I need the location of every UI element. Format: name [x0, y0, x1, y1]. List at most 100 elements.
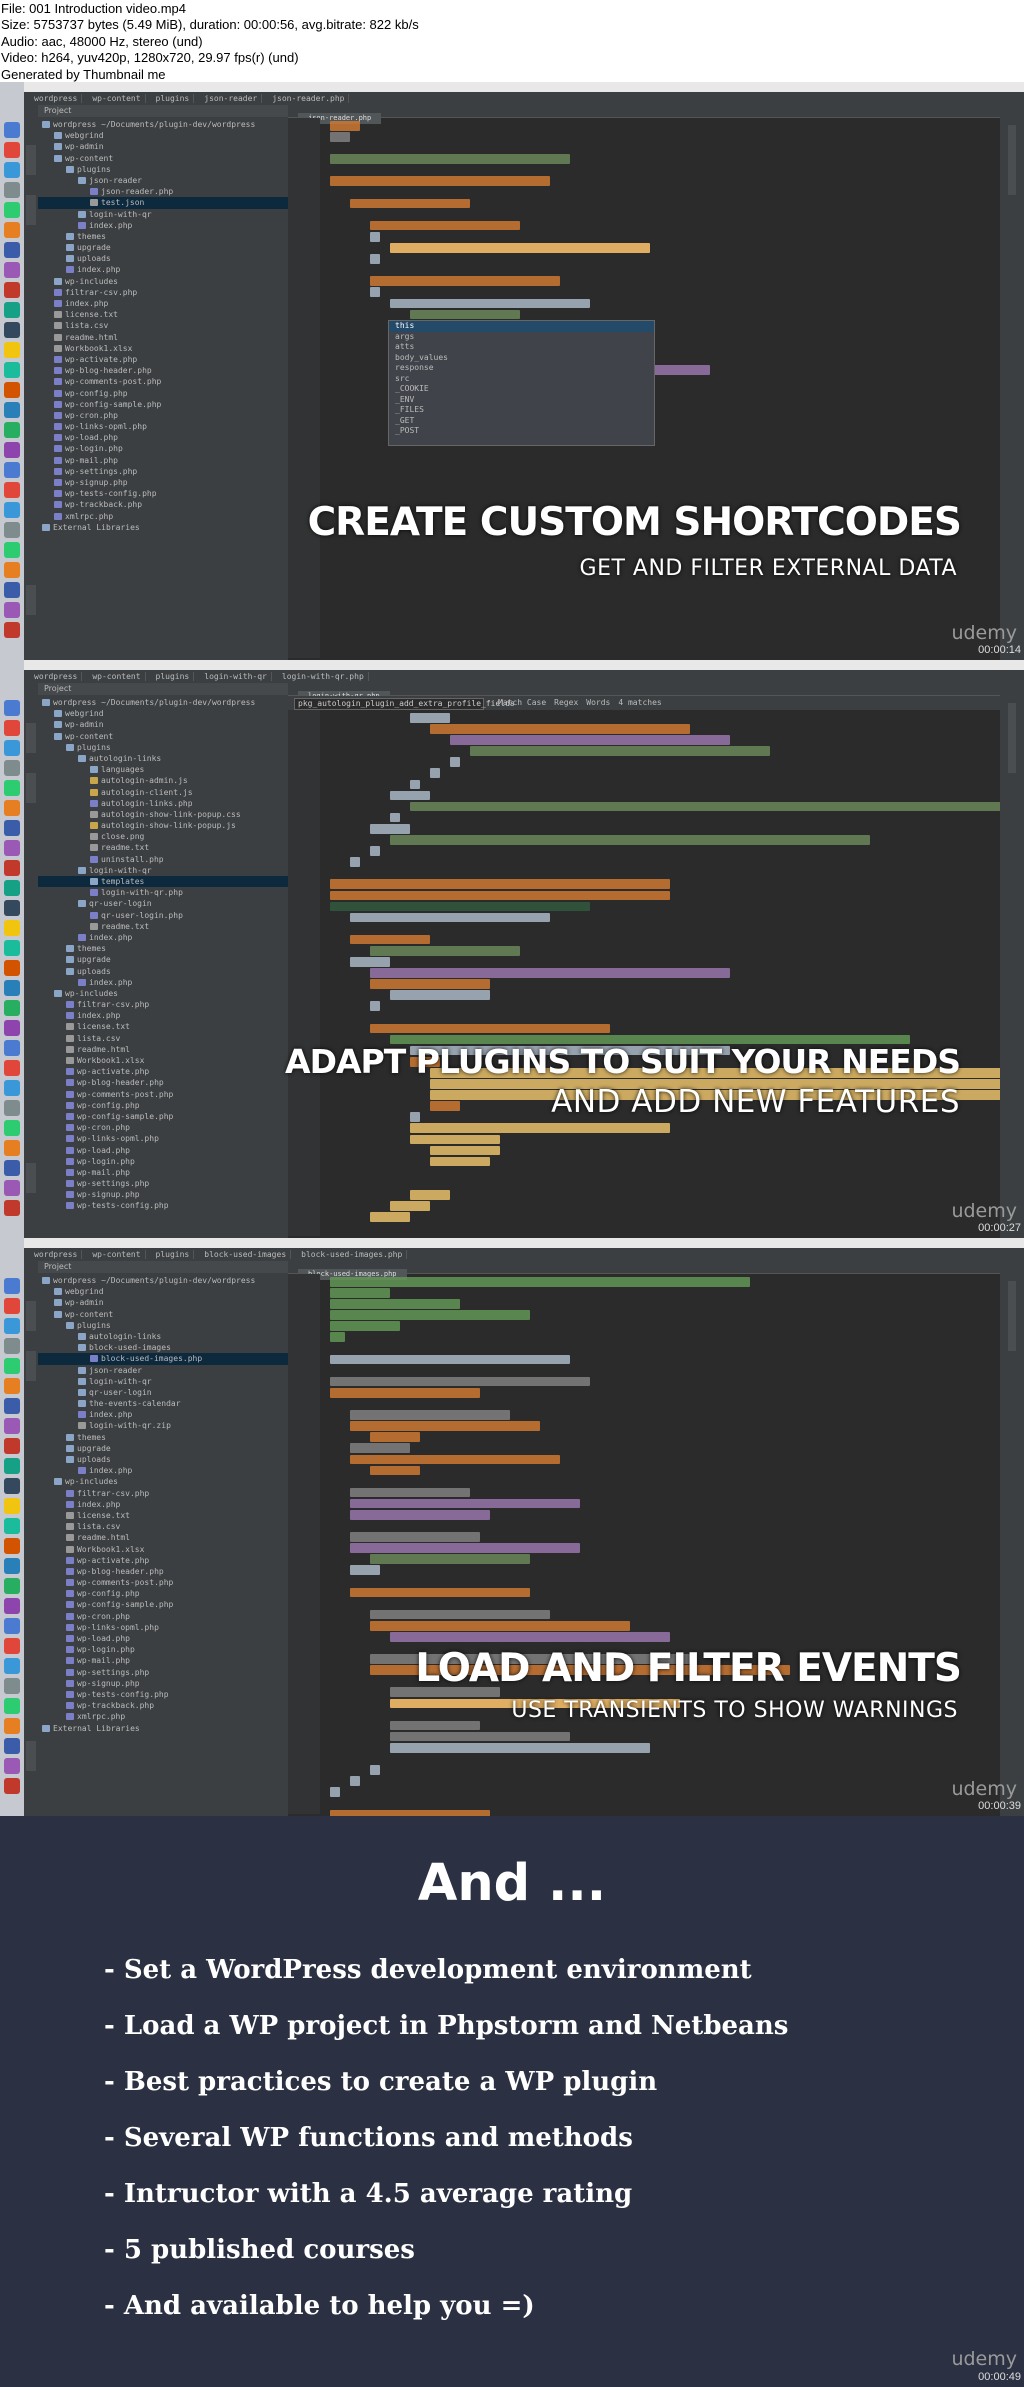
app-icon[interactable] — [4, 960, 20, 976]
tree-item[interactable]: index.php — [38, 1465, 288, 1476]
tree-item[interactable]: wp-settings.php — [38, 1178, 288, 1189]
tree-item[interactable]: wp-login.php — [38, 443, 288, 454]
breadcrumb-item[interactable]: wp-content — [88, 672, 146, 681]
app-icon[interactable] — [4, 820, 20, 836]
tree-item[interactable]: wp-config.php — [38, 1588, 288, 1599]
tree-item[interactable]: index.php — [38, 1010, 288, 1021]
tree-item[interactable]: languages — [38, 764, 288, 775]
tree-item[interactable]: wp-activate.php — [38, 1555, 288, 1566]
tree-item[interactable]: plugins — [38, 742, 288, 753]
tree-item[interactable]: index.php — [38, 932, 288, 943]
tree-item[interactable]: index.php — [38, 1409, 288, 1420]
tree-item-selected[interactable]: templates — [38, 876, 288, 888]
tree-item[interactable]: wp-mail.php — [38, 1167, 288, 1178]
app-icon[interactable] — [4, 840, 20, 856]
tree-item[interactable]: wp-config-sample.php — [38, 399, 288, 410]
autocomplete-item[interactable]: body_values — [389, 353, 654, 364]
tree-item[interactable]: qr-user-login — [38, 1387, 288, 1398]
breadcrumb-item[interactable]: wordpress — [30, 94, 83, 103]
tree-item[interactable]: qr-user-login.php — [38, 910, 288, 921]
tree-item[interactable]: wp-cron.php — [38, 1611, 288, 1622]
app-icon[interactable] — [4, 800, 20, 816]
tree-item[interactable]: wp-blog-header.php — [38, 365, 288, 376]
tree-item[interactable]: block-used-images — [38, 1342, 288, 1353]
app-icon[interactable] — [4, 182, 20, 198]
tree-item[interactable]: wp-content — [38, 153, 288, 164]
tree-item[interactable]: license.txt — [38, 309, 288, 320]
tree-item[interactable]: json-reader.php — [38, 186, 288, 197]
app-icon[interactable] — [4, 482, 20, 498]
app-icon[interactable] — [4, 1618, 20, 1634]
tree-item[interactable]: autologin-admin.js — [38, 775, 288, 786]
autocomplete-item[interactable]: src — [389, 374, 654, 385]
app-icon[interactable] — [4, 342, 20, 358]
tree-item[interactable]: wp-cron.php — [38, 1122, 288, 1133]
tree-item[interactable]: readme.txt — [38, 842, 288, 853]
app-icon[interactable] — [4, 222, 20, 238]
tree-item[interactable]: wp-tests-config.php — [38, 488, 288, 499]
tree-item[interactable]: wordpress ~/Documents/plugin-dev/wordpre… — [38, 1275, 288, 1286]
app-icon[interactable] — [4, 1738, 20, 1754]
tree-item[interactable]: qr-user-login — [38, 898, 288, 909]
tree-item[interactable]: autologin-show-link-popup.css — [38, 809, 288, 820]
tree-item[interactable]: upgrade — [38, 1443, 288, 1454]
breadcrumb-item[interactable]: login-with-qr — [200, 672, 272, 681]
app-icon[interactable] — [4, 1160, 20, 1176]
tree-item[interactable]: readme.html — [38, 332, 288, 343]
app-icon[interactable] — [4, 1338, 20, 1354]
find-option-match-case[interactable]: Match Case — [498, 698, 546, 707]
tree-item[interactable]: webgrind — [38, 708, 288, 719]
tree-item[interactable]: webgrind — [38, 130, 288, 141]
breadcrumb-item[interactable]: wordpress — [30, 672, 83, 681]
autocomplete-item[interactable]: _ENV — [389, 395, 654, 406]
tree-item[interactable]: autologin-client.js — [38, 787, 288, 798]
app-icon[interactable] — [4, 442, 20, 458]
tree-item[interactable]: login-with-qr.zip — [38, 1420, 288, 1431]
tree-item[interactable]: wp-admin — [38, 719, 288, 730]
tree-item[interactable]: json-reader — [38, 1365, 288, 1376]
tree-item[interactable]: index.php — [38, 298, 288, 309]
tree-item[interactable]: Workbook1.xlsx — [38, 1544, 288, 1555]
app-icon[interactable] — [4, 602, 20, 618]
tree-item[interactable]: autologin-show-link-popup.js — [38, 820, 288, 831]
tree-item[interactable]: index.php — [38, 977, 288, 988]
app-icon[interactable] — [4, 940, 20, 956]
tree-item[interactable]: wp-comments-post.php — [38, 376, 288, 387]
tree-item[interactable]: index.php — [38, 1499, 288, 1510]
autocomplete-item[interactable]: response — [389, 363, 654, 374]
app-icon[interactable] — [4, 1598, 20, 1614]
app-icon[interactable] — [4, 700, 20, 716]
tree-item[interactable]: login-with-qr — [38, 1376, 288, 1387]
autocomplete-item[interactable]: _GET — [389, 416, 654, 427]
tree-item[interactable]: lista.csv — [38, 320, 288, 331]
breadcrumb-item[interactable]: wordpress — [30, 1250, 83, 1259]
app-icon[interactable] — [4, 1278, 20, 1294]
app-icon[interactable] — [4, 362, 20, 378]
app-icon[interactable] — [4, 920, 20, 936]
tree-item[interactable]: wp-login.php — [38, 1156, 288, 1167]
app-icon[interactable] — [4, 1140, 20, 1156]
app-icon[interactable] — [4, 462, 20, 478]
autocomplete-item[interactable]: _COOKIE — [389, 384, 654, 395]
breadcrumb-item[interactable]: json-reader.php — [268, 94, 350, 103]
find-option-regex[interactable]: Regex — [554, 698, 578, 707]
tree-item[interactable]: wp-admin — [38, 141, 288, 152]
tree-item[interactable]: themes — [38, 943, 288, 954]
app-icon[interactable] — [4, 162, 20, 178]
tree-item[interactable]: autologin-links — [38, 753, 288, 764]
breadcrumb-item[interactable]: plugins — [151, 94, 195, 103]
tree-item-selected[interactable]: block-used-images.php — [38, 1353, 288, 1365]
find-input[interactable]: pkg_autologin_plugin_add_extra_profile_f… — [294, 698, 515, 710]
tree-item[interactable]: autologin-links.php — [38, 798, 288, 809]
autocomplete-popup[interactable]: this args atts body_values response src … — [388, 320, 655, 446]
breadcrumb-item[interactable]: plugins — [151, 672, 195, 681]
tree-item[interactable]: autologin-links — [38, 1331, 288, 1342]
tree-item[interactable]: wordpress ~/Documents/plugin-dev/wordpre… — [38, 119, 288, 130]
tree-item[interactable]: wp-links-opml.php — [38, 1622, 288, 1633]
app-icon[interactable] — [4, 1498, 20, 1514]
app-icon[interactable] — [4, 1120, 20, 1136]
app-icon[interactable] — [4, 1538, 20, 1554]
tree-item[interactable]: license.txt — [38, 1510, 288, 1521]
tree-item[interactable]: upgrade — [38, 242, 288, 253]
app-icon[interactable] — [4, 860, 20, 876]
